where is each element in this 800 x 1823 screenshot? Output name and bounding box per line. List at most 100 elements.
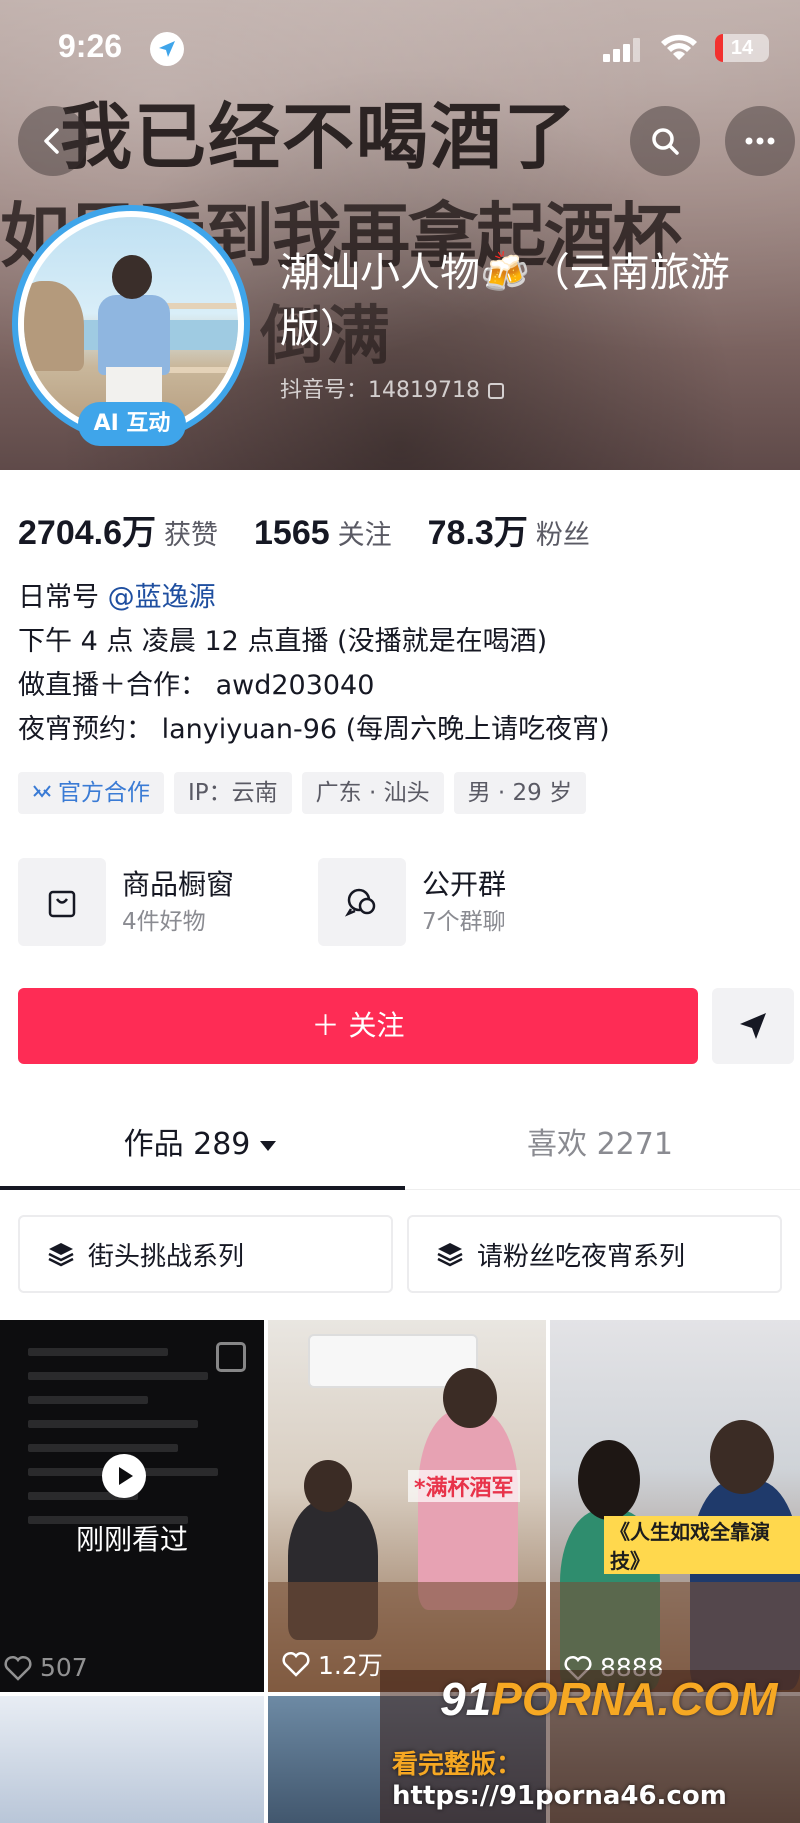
douyin-id-label: 抖音号：: [280, 378, 369, 403]
feature-group-title: 公开群: [422, 868, 507, 901]
tag-official-label: 官方合作: [58, 780, 150, 806]
multi-image-icon: [216, 1342, 246, 1372]
video-likes-count: 507: [40, 1653, 88, 1682]
video-likes-count: 1.2万: [318, 1651, 383, 1680]
thumbnail-person-head: [443, 1368, 497, 1428]
watermark-logo-text: PORNA.COM: [491, 1673, 778, 1725]
watermark-url-prefix: 看完整版：: [392, 1750, 523, 1780]
shopping-bag-icon: [18, 858, 106, 946]
stat-followers-label: 粉丝: [535, 520, 590, 551]
bio-line-4: 夜宵预约： lanyiyuan-96 (每周六晚上请吃夜宵): [18, 714, 610, 745]
douyin-id-value: 14819718: [368, 378, 480, 403]
stat-following-value: 1565: [254, 514, 330, 552]
stat-followers-value: 78.3万: [427, 514, 528, 552]
location-arrow-icon: [150, 32, 184, 66]
video-caption: 《人生如戏全靠演技》: [604, 1516, 800, 1574]
bio-line-1: 日常号 @蓝逸源: [18, 576, 788, 620]
bio-line-3: 做直播＋合作： awd203040: [18, 670, 375, 701]
recently-watched-label: 刚刚看过: [75, 1523, 188, 1556]
stat-likes-value: 2704.6万: [18, 514, 156, 552]
feature-shop-window[interactable]: 商品橱窗 4件好物: [18, 858, 318, 946]
banner-calligraphy-line1: 我已经不喝酒了: [60, 94, 579, 179]
feature-public-group[interactable]: 公开群 7个群聊: [318, 858, 618, 946]
thumbnail-person: [418, 1410, 518, 1610]
tab-works-label: 作品 289: [123, 1127, 251, 1162]
content-tabs: 作品 289 喜欢 2271: [0, 1110, 800, 1190]
watermark-logo: 91PORNA.COM: [440, 1672, 777, 1726]
series-fan-supper[interactable]: 请粉丝吃夜宵系列: [407, 1215, 782, 1293]
douyin-id: 抖音号：14819718: [280, 372, 504, 404]
ai-interact-badge[interactable]: AI 互动: [78, 402, 186, 446]
avatar-rock: [24, 281, 84, 372]
caret-down-icon: [260, 1140, 277, 1151]
video-thumbnail[interactable]: *满杯酒军 1.2万: [268, 1320, 546, 1692]
video-thumbnail[interactable]: 《人生如戏全靠演技》 8888: [550, 1320, 800, 1692]
play-icon: [102, 1454, 146, 1498]
status-bar: 9:26 14: [0, 22, 800, 72]
layers-icon: [437, 1243, 463, 1267]
stat-following-label: 关注: [337, 520, 392, 551]
tab-works[interactable]: 作品 289: [0, 1110, 400, 1190]
tab-active-indicator: [0, 1186, 405, 1190]
feature-shop-title: 商品橱窗: [122, 868, 235, 901]
battery-icon: 14: [715, 34, 769, 62]
partner-icon: [32, 772, 52, 814]
chevron-left-icon: [44, 128, 59, 154]
video-thumbnail[interactable]: 刚刚看过 507: [0, 1320, 264, 1692]
avatar-person-body: [98, 295, 170, 375]
profile-banner: 我已经不喝酒了 如果看到我再拿起酒杯 倒满 9:26 14 AI 互动 潮汕小人…: [0, 0, 800, 470]
chat-group-icon: [318, 858, 406, 946]
follow-button[interactable]: ＋ 关注: [18, 988, 698, 1064]
avatar-image: [24, 217, 238, 431]
stat-likes: 2704.6万 获赞: [18, 505, 218, 554]
thumbnail-person-head: [578, 1440, 640, 1520]
profile-nickname: 潮汕小人物🍻（云南旅游版）: [280, 250, 730, 352]
tag-gender-age: 男 · 29 岁: [453, 772, 587, 814]
series-row: 街头挑战系列 请粉丝吃夜宵系列: [18, 1215, 796, 1293]
tag-ip: IP：云南: [174, 772, 292, 814]
bio-line-1-prefix: 日常号: [18, 582, 99, 613]
feature-group-sub: 7个群聊: [422, 909, 506, 935]
tag-location: 广东 · 汕头: [301, 772, 444, 814]
search-icon: [652, 128, 679, 155]
stat-followers[interactable]: 78.3万 粉丝: [428, 505, 590, 554]
profile-features: 商品橱窗 4件好物 公开群 7个群聊: [18, 858, 798, 946]
series-supper-label: 请粉丝吃夜宵系列: [477, 1241, 686, 1272]
more-dots-icon: [745, 137, 775, 145]
stat-following[interactable]: 1565 关注: [254, 513, 392, 553]
back-button[interactable]: [18, 106, 88, 176]
heart-icon: [282, 1651, 310, 1677]
signal-icon: [603, 38, 640, 62]
heart-icon: [4, 1655, 32, 1681]
watermark-url: 看完整版：https://91porna46.com: [392, 1744, 800, 1811]
bio-line-2: 下午 4 点 凌晨 12 点直播 (没播就是在喝酒): [18, 626, 548, 657]
feature-shop-sub: 4件好物: [122, 909, 206, 935]
profile-bio: 日常号 @蓝逸源 下午 4 点 凌晨 12 点直播 (没播就是在喝酒) 做直播＋…: [18, 576, 788, 752]
wifi-icon: [661, 34, 697, 60]
video-likes: 507: [4, 1653, 88, 1682]
video-thumbnail[interactable]: [0, 1696, 264, 1823]
layers-icon: [48, 1243, 74, 1267]
thumbnail-person-head: [710, 1420, 774, 1494]
search-button[interactable]: [630, 106, 700, 176]
profile-stats: 2704.6万 获赞 1565 关注 78.3万 粉丝: [18, 505, 626, 555]
watermark-url-value: https://91porna46.com: [392, 1781, 727, 1811]
bio-mention-link[interactable]: @蓝逸源: [108, 582, 216, 613]
series-street-label: 街头挑战系列: [88, 1241, 245, 1272]
video-likes: 1.2万: [282, 1646, 383, 1682]
send-arrow-icon: [740, 1013, 766, 1039]
tag-official-partner[interactable]: 官方合作: [18, 772, 164, 814]
stat-likes-label: 获赞: [164, 520, 218, 551]
more-button[interactable]: [725, 106, 795, 176]
profile-tags: 官方合作 IP：云南 广东 · 汕头 男 · 29 岁: [18, 772, 596, 814]
series-street-challenge[interactable]: 街头挑战系列: [18, 1215, 393, 1293]
share-button[interactable]: [712, 988, 794, 1064]
video-caption: *满杯酒军: [408, 1470, 520, 1502]
thumbnail-text-lines: [28, 1348, 228, 1540]
battery-text: 14: [730, 37, 754, 59]
avatar-person-head: [112, 255, 152, 299]
status-time: 9:26: [58, 28, 123, 64]
copy-icon[interactable]: [488, 383, 504, 399]
thumbnail-person-head: [304, 1460, 352, 1512]
tab-likes[interactable]: 喜欢 2271: [400, 1110, 800, 1190]
